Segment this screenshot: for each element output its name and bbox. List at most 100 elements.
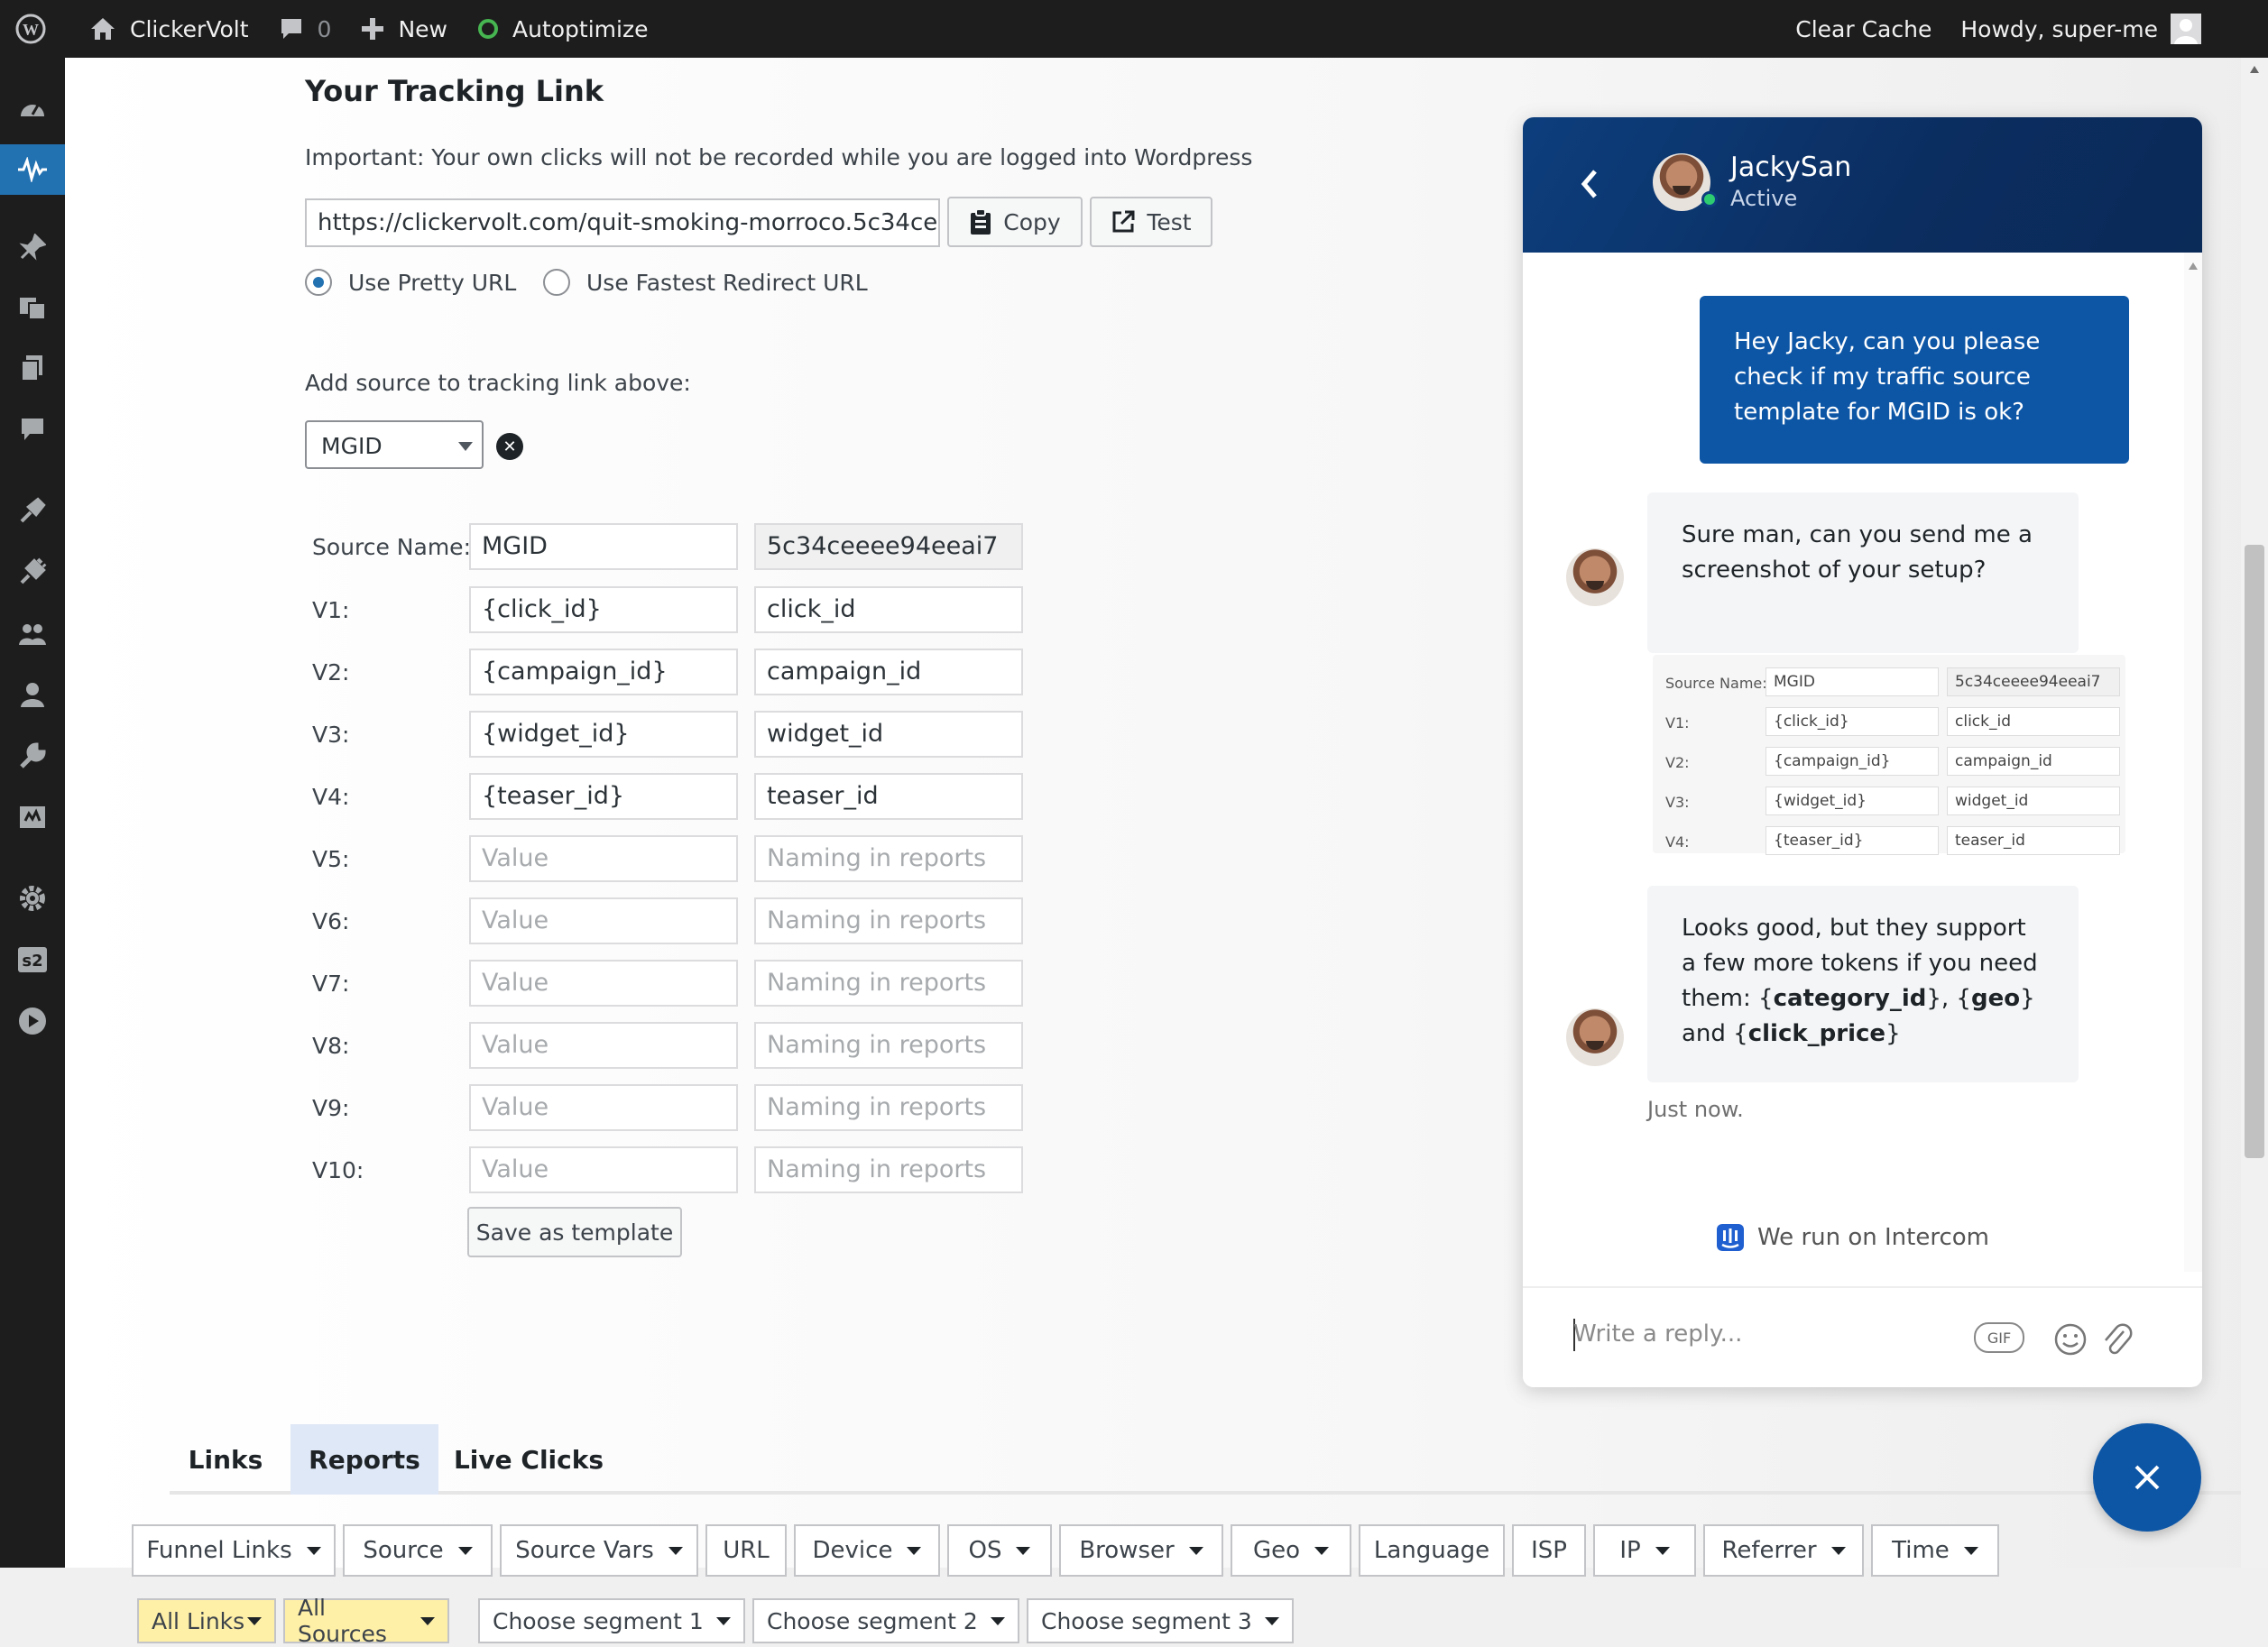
clear-cache-link[interactable]: Clear Cache	[1781, 0, 1946, 58]
variable-naming-input[interactable]: Naming in reports	[754, 1022, 1023, 1069]
segment-select[interactable]: All Links	[137, 1598, 276, 1643]
variable-naming-input[interactable]: teaser_id	[754, 773, 1023, 820]
filter-ip-button[interactable]: IP	[1593, 1524, 1696, 1577]
filter-url-button[interactable]: URL	[705, 1524, 787, 1577]
variable-value-input[interactable]: Value	[469, 1022, 738, 1069]
comments-icon[interactable]	[0, 404, 65, 455]
media-icon[interactable]	[0, 281, 65, 332]
plugins-icon[interactable]	[0, 547, 65, 597]
fastest-redirect-radio[interactable]: Use Fastest Redirect URL	[543, 269, 868, 296]
filter-time-button[interactable]: Time	[1871, 1524, 1999, 1577]
variable-value-input[interactable]: {widget_id}	[469, 711, 738, 758]
account-menu[interactable]: Howdy, super-me	[1946, 0, 2268, 58]
segment-select[interactable]: All Sources	[283, 1595, 449, 1647]
caret-down-icon	[1655, 1546, 1670, 1555]
filter-language-button[interactable]: Language	[1359, 1524, 1505, 1577]
filter-geo-button[interactable]: Geo	[1231, 1524, 1351, 1577]
play-icon[interactable]	[0, 996, 65, 1046]
source-select[interactable]: MGID	[305, 420, 484, 469]
segment-select[interactable]: Choose segment 3	[1027, 1598, 1294, 1643]
tab-live-clicks[interactable]: Live Clicks	[438, 1424, 619, 1495]
variable-naming-input[interactable]: campaign_id	[754, 649, 1023, 695]
powered-by-intercom[interactable]: We run on Intercom	[1716, 1223, 1989, 1252]
gif-button[interactable]: GIF	[1974, 1322, 2024, 1353]
copy-button[interactable]: Copy	[947, 197, 1083, 247]
attachment-icon[interactable]	[2100, 1320, 2133, 1357]
variable-value-input[interactable]: Value	[469, 1146, 738, 1193]
emoji-icon[interactable]	[2053, 1322, 2088, 1357]
autoptimize-label: Autoptimize	[512, 15, 649, 42]
variable-naming-input[interactable]: click_id	[754, 586, 1023, 633]
settings-icon[interactable]	[0, 873, 65, 924]
variable-value-input[interactable]: Value	[469, 835, 738, 882]
clear-cache-label: Clear Cache	[1795, 15, 1932, 42]
filter-browser-button[interactable]: Browser	[1059, 1524, 1223, 1577]
source-name-input[interactable]: MGID	[469, 523, 738, 570]
user-icon[interactable]	[0, 669, 65, 720]
radio-unchecked-icon	[543, 269, 570, 296]
add-source-label: Add source to tracking link above:	[305, 370, 691, 396]
pin-icon[interactable]	[0, 222, 65, 272]
filter-funnel-links-button[interactable]: Funnel Links	[132, 1524, 336, 1577]
tab-reports[interactable]: Reports	[290, 1424, 438, 1495]
chat-scrollbar[interactable]	[2184, 253, 2202, 1387]
reply-input[interactable]: Write a reply...	[1573, 1320, 1742, 1348]
appearance-icon[interactable]	[0, 485, 65, 536]
variable-value-input[interactable]: Value	[469, 897, 738, 944]
segment-label: Choose segment 1	[493, 1607, 704, 1634]
new-content-link[interactable]: New	[346, 0, 462, 58]
user-avatar-icon	[2171, 14, 2201, 44]
agent-name: JackySan	[1730, 152, 1852, 183]
caret-down-icon	[991, 1616, 1005, 1625]
radio-checked-icon	[305, 269, 332, 296]
wordpress-logo-button[interactable]: W	[0, 0, 74, 58]
variable-naming-input[interactable]: Naming in reports	[754, 960, 1023, 1007]
segment-label: Choose segment 2	[767, 1607, 978, 1634]
variable-value-input[interactable]: {teaser_id}	[469, 773, 738, 820]
filter-source-vars-button[interactable]: Source Vars	[500, 1524, 698, 1577]
pretty-url-radio[interactable]: Use Pretty URL	[305, 269, 516, 296]
fastest-redirect-label: Use Fastest Redirect URL	[586, 269, 868, 296]
tools-icon[interactable]	[0, 731, 65, 781]
variable-naming-input[interactable]: widget_id	[754, 711, 1023, 758]
segment-label: Choose segment 3	[1041, 1607, 1252, 1634]
page-scrollbar[interactable]	[2241, 58, 2268, 1568]
filter-referrer-button[interactable]: Referrer	[1703, 1524, 1864, 1577]
tab-links[interactable]: Links	[170, 1424, 281, 1495]
save-as-template-button[interactable]: Save as template	[467, 1207, 682, 1257]
import-icon[interactable]	[0, 792, 65, 842]
s2-icon[interactable]: s2	[0, 934, 65, 985]
variable-value-input[interactable]: {click_id}	[469, 586, 738, 633]
variable-naming-input[interactable]: Naming in reports	[754, 897, 1023, 944]
comments-link[interactable]: 0	[263, 0, 346, 58]
pulse-icon[interactable]	[0, 144, 65, 195]
test-button[interactable]: Test	[1090, 197, 1212, 247]
filter-source-button[interactable]: Source	[343, 1524, 493, 1577]
users-group-icon[interactable]	[0, 608, 65, 658]
variable-value-input[interactable]: {campaign_id}	[469, 649, 738, 695]
caret-down-icon	[1188, 1546, 1203, 1555]
variable-naming-input[interactable]: Naming in reports	[754, 1084, 1023, 1131]
variable-naming-input[interactable]: Naming in reports	[754, 1146, 1023, 1193]
back-chevron-icon[interactable]	[1577, 166, 1602, 206]
page-scrollbar-thumb[interactable]	[2245, 545, 2264, 1158]
agent-avatar-small	[1566, 1008, 1624, 1066]
segment-select[interactable]: Choose segment 2	[752, 1598, 1019, 1643]
remove-source-icon[interactable]: ✕	[496, 433, 523, 460]
variable-value-input[interactable]: Value	[469, 960, 738, 1007]
variable-naming-input[interactable]: Naming in reports	[754, 835, 1023, 882]
variable-value-input[interactable]: Value	[469, 1084, 738, 1131]
shared-screenshot[interactable]: Source Name: MGID 5c34ceeee94eeai7 V1: {c…	[1653, 655, 2125, 855]
pages-icon[interactable]	[0, 343, 65, 393]
site-name-link[interactable]: ClickerVolt	[74, 0, 263, 58]
intercom-icon	[1717, 1224, 1744, 1251]
filter-device-button[interactable]: Device	[794, 1524, 940, 1577]
close-chat-button[interactable]	[2093, 1423, 2201, 1532]
filter-os-button[interactable]: OS	[947, 1524, 1052, 1577]
autoptimize-link[interactable]: Autoptimize	[462, 0, 662, 58]
segment-select[interactable]: Choose segment 1	[478, 1598, 745, 1643]
tracking-url-field[interactable]: https://clickervolt.com/quit-smoking-mor…	[305, 198, 940, 247]
dashboard-icon[interactable]	[0, 83, 65, 133]
filter-label: Funnel Links	[146, 1537, 292, 1564]
filter-isp-button[interactable]: ISP	[1512, 1524, 1586, 1577]
